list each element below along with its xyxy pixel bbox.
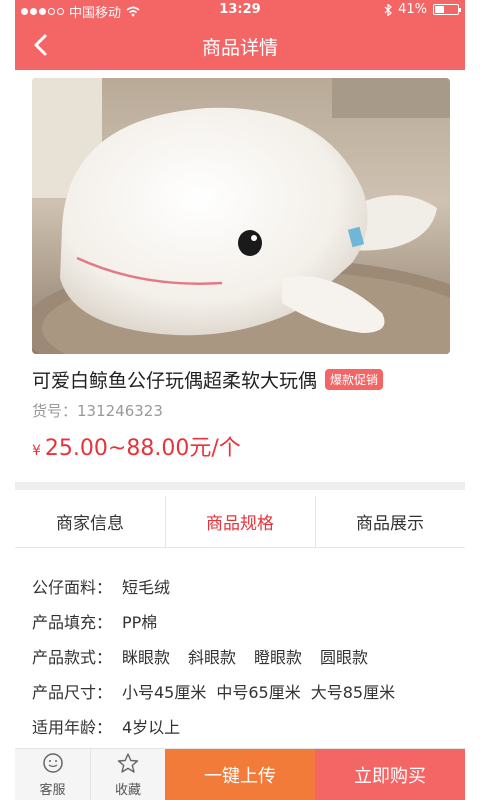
customer-service-button[interactable]: 客服	[15, 749, 90, 800]
customer-service-label: 客服	[39, 783, 66, 798]
detail-tabs: 商家信息 商品规格 商品展示	[15, 496, 465, 548]
spec-option[interactable]: 斜眼款	[188, 644, 236, 668]
spec-row-fabric: 公仔面料： 短毛绒	[32, 568, 395, 603]
bluetooth-icon	[384, 3, 392, 16]
spec-value: 短毛绒	[122, 577, 171, 597]
tab-product-specs[interactable]: 商品规格	[165, 496, 315, 548]
section-divider	[15, 482, 465, 490]
spec-option[interactable]: 大号85厘米	[311, 679, 395, 703]
spec-row-size: 产品尺寸： 小号45厘米 中号65厘米 大号85厘米	[32, 673, 395, 708]
favorite-label: 收藏	[114, 783, 141, 798]
spec-row-filling: 产品填充： PP棉	[32, 603, 395, 638]
page-title: 商品详情	[201, 37, 278, 59]
product-price: ¥ 25.00~88.00元/个	[32, 430, 241, 462]
spec-label: 产品填充：	[32, 612, 113, 632]
spec-option[interactable]: 中号65厘米	[216, 679, 300, 703]
battery-percent: 41%	[398, 2, 427, 17]
status-bar: 中国移动 13:29 41%	[15, 0, 465, 21]
spec-option[interactable]: 瞪眼款	[254, 644, 302, 668]
tab-product-showcase[interactable]: 商品展示	[315, 496, 465, 548]
tab-merchant-info[interactable]: 商家信息	[15, 496, 165, 547]
product-title: 可爱白鲸鱼公仔玩偶超柔软大玩偶	[32, 370, 318, 392]
battery-icon	[433, 4, 461, 15]
currency-symbol: ¥	[32, 443, 41, 459]
navigation-bar: 商品详情	[15, 20, 465, 70]
spec-row-age: 适用年龄： 4岁以上	[32, 708, 395, 743]
chat-smile-icon	[42, 753, 63, 773]
product-image[interactable]	[32, 78, 450, 354]
favorite-button[interactable]: 收藏	[90, 749, 165, 800]
spec-list: 公仔面料： 短毛绒 产品填充： PP棉 产品款式： 眯眼款 斜眼款 瞪眼款 圆眼…	[32, 568, 395, 743]
spec-option[interactable]: 眯眼款	[122, 644, 170, 668]
status-right: 41%	[384, 2, 461, 17]
one-click-upload-button[interactable]: 一键上传	[165, 749, 315, 800]
spec-label: 适用年龄：	[32, 717, 113, 737]
bottom-action-bar: 客服 收藏 一键上传 立即购买	[15, 748, 465, 800]
spec-row-style: 产品款式： 眯眼款 斜眼款 瞪眼款 圆眼款	[32, 638, 395, 673]
spec-label: 公仔面料：	[32, 577, 113, 597]
spec-option[interactable]: 圆眼款	[320, 644, 368, 668]
spec-option[interactable]: 小号45厘米	[122, 679, 206, 703]
buy-now-button[interactable]: 立即购买	[315, 749, 465, 800]
spec-label: 产品尺寸：	[32, 682, 113, 702]
product-sku: 货号：131246323	[32, 402, 163, 420]
star-icon	[117, 753, 139, 773]
promo-badge: 爆款促销	[325, 369, 384, 390]
app-frame: 中国移动 13:29 41% 商品详情 可爱白鲸鱼公仔玩偶超柔软大玩偶 爆款促销…	[15, 0, 465, 800]
spec-value: PP棉	[122, 612, 158, 632]
spec-value: 4岁以上	[122, 717, 181, 737]
price-value: 25.00~88.00元/个	[44, 436, 241, 461]
spec-label: 产品款式：	[32, 647, 113, 667]
product-title-row: 可爱白鲸鱼公仔玩偶超柔软大玩偶 爆款促销	[32, 366, 384, 393]
